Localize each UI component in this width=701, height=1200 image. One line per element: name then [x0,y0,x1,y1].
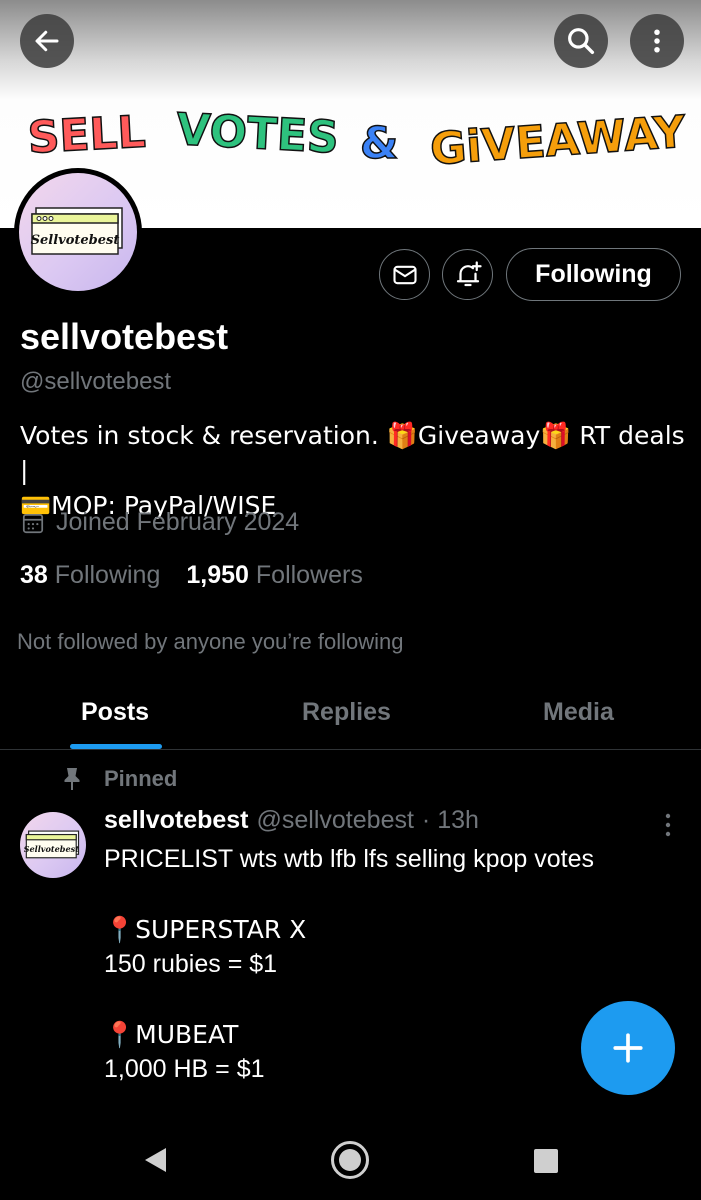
post-line: 150 rubies = $1 [104,950,278,978]
banner-word-1: SELL [27,107,147,164]
bell-plus-icon [456,260,482,286]
post-line: 1,000 HB = $1 [104,1055,265,1083]
following-button[interactable]: Following [506,248,681,301]
profile-tabs: Posts Replies Media [0,680,701,750]
notifications-button[interactable] [442,249,493,300]
banner-artwork: SELL VOTES & GiVEAWAY [26,103,689,170]
tab-media[interactable]: Media [543,698,614,727]
back-button[interactable] [20,14,74,68]
post-time[interactable]: · 13h [422,806,479,835]
following-count-link[interactable]: 38 Following [20,561,160,590]
user-handle: @sellvotebest [20,368,172,395]
search-button[interactable] [554,14,608,68]
system-home-button[interactable] [331,1141,369,1179]
pinned-label: Pinned [62,766,177,792]
active-tab-indicator [70,744,162,749]
banner-word-3: & [360,118,398,169]
not-followed-note: Not followed by anyone you’re following [17,629,404,654]
compose-button[interactable] [581,1001,675,1095]
followers-count-link[interactable]: 1,950 Followers [186,561,363,590]
profile-avatar[interactable]: Sellvotebest [14,168,142,296]
banner-word-4: GiVEAWAY [429,107,689,170]
triangle-back-icon [145,1148,166,1172]
bio-line-1: Votes in stock & reservation. 🎁Giveaway🎁… [20,421,685,485]
post-line: PRICELIST wts wtb lfb lfs selling kpop v… [104,845,595,873]
post-author-handle[interactable]: @sellvotebest [257,806,414,835]
envelope-icon [392,265,417,284]
calendar-icon [22,513,44,533]
post-text[interactable]: PRICELIST wts wtb lfb lfs selling kpop v… [104,842,664,1087]
avatar-logo-small: Sellvotebest [24,830,79,859]
post-more-button[interactable] [656,812,680,838]
svg-text:Sellvotebest: Sellvotebest [31,233,120,248]
system-back-button[interactable] [142,1146,168,1179]
tab-replies[interactable]: Replies [302,698,391,727]
post-header: sellvotebest @sellvotebest · 13h [104,806,479,835]
svg-text:Sellvotebest: Sellvotebest [24,844,79,854]
post-author-name[interactable]: sellvotebest [104,806,249,835]
banner-word-2: VOTES [175,104,340,163]
arrow-left-icon [35,30,59,52]
vertical-dots-icon [665,813,671,837]
joined-text: Joined February 2024 [56,508,300,536]
message-button[interactable] [379,249,430,300]
system-recents-button[interactable] [534,1149,558,1173]
post-line: 📍MUBEAT [104,1020,239,1049]
more-options-button[interactable] [630,14,684,68]
plus-icon [613,1033,643,1063]
post-author-avatar[interactable]: Sellvotebest [20,812,86,878]
post-line: 📍SUPERSTAR X [104,915,307,944]
vertical-dots-icon [654,29,660,53]
display-name: sellvotebest [20,316,229,357]
pin-icon [64,768,80,790]
search-icon [568,28,595,55]
follow-counts: 38 Following 1,950 Followers [20,561,363,590]
joined-date: Joined February 2024 [20,508,299,537]
tab-posts[interactable]: Posts [81,698,149,727]
avatar-logo: Sellvotebest [31,207,123,255]
